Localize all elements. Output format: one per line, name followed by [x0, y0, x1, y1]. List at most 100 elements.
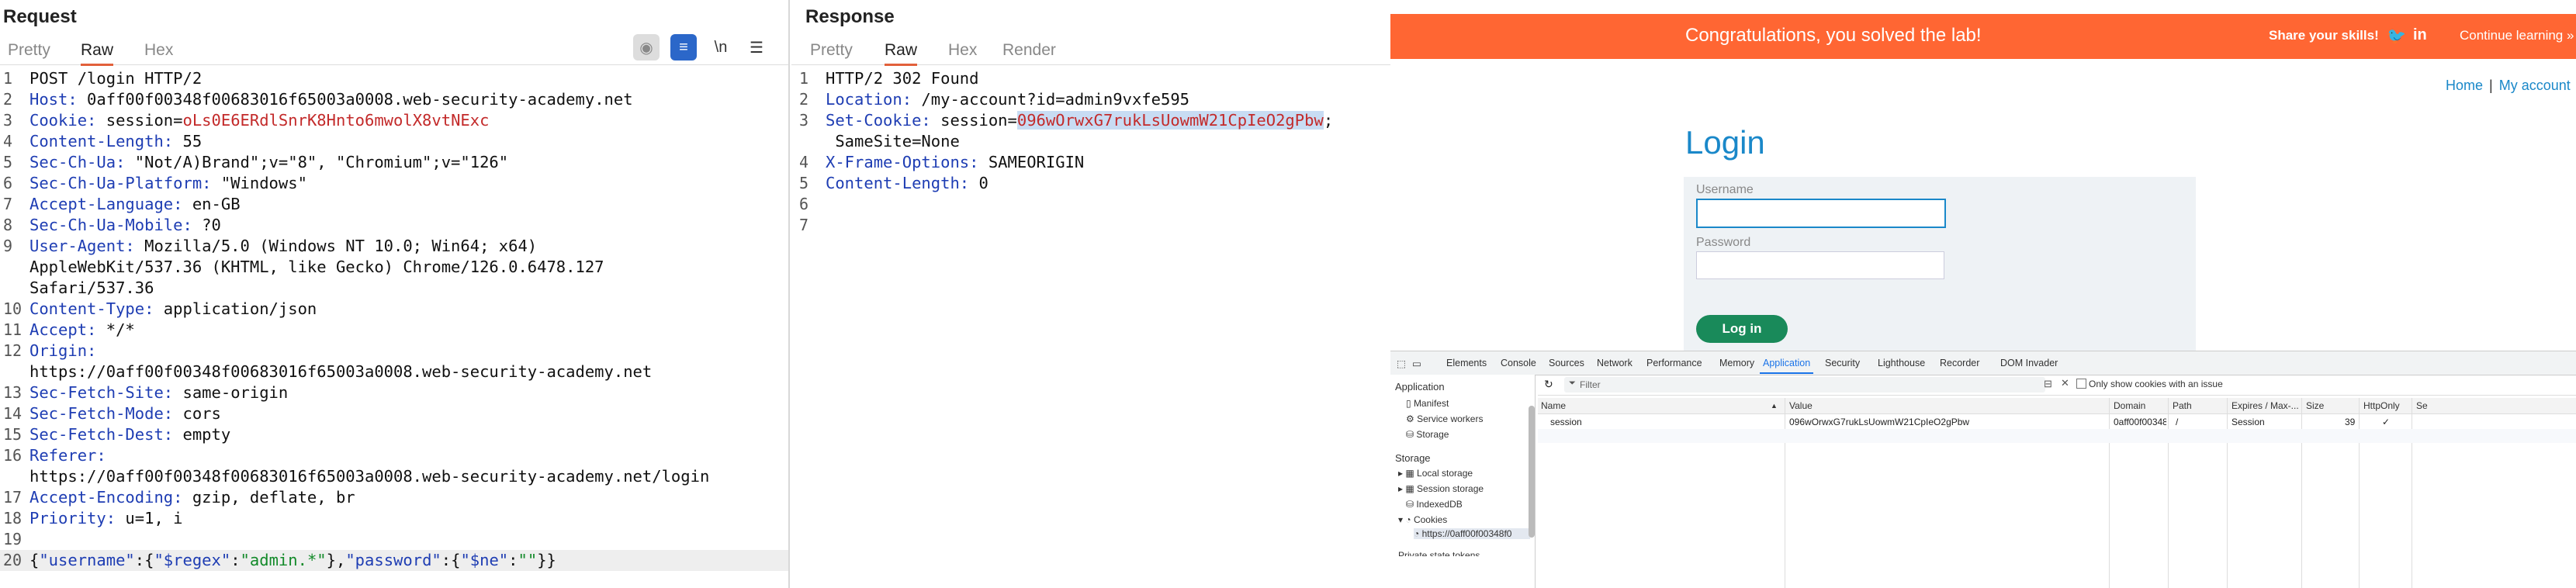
continue-learning-link[interactable]: Continue learning »: [2460, 28, 2574, 43]
tab-render[interactable]: Render: [1002, 37, 1056, 64]
devtools-tab-network[interactable]: Network: [1597, 358, 1633, 368]
response-editor[interactable]: 1 HTTP/2 302 Found 2 Location: /my-account?…: [796, 68, 1390, 236]
sidebar-scrollbar[interactable]: [1529, 406, 1535, 538]
devtools-tab-application[interactable]: Application: [1759, 358, 1814, 374]
line-number: 11: [3, 320, 23, 339]
request-editor[interactable]: 1 POST /login HTTP/2 2 Host: 0aff00f00348f0…: [0, 68, 788, 571]
line-number: 14: [3, 404, 23, 423]
clear-filtered-icon[interactable]: ⊟: [2044, 378, 2052, 390]
linkedin-icon[interactable]: in: [2413, 26, 2427, 44]
wrap-lines-icon[interactable]: ≡: [670, 34, 697, 61]
code-token: u=1, i: [116, 509, 183, 527]
devtools-tab-dom-invader[interactable]: DOM Invader: [2000, 358, 2058, 368]
line-text: https://0aff00f00348f00683016f65003a0008…: [29, 361, 652, 382]
line-number: 15: [3, 425, 23, 444]
devtools-tab-sources[interactable]: Sources: [1549, 358, 1584, 368]
col-size[interactable]: Size: [2306, 400, 2324, 411]
twitter-icon[interactable]: 🐦: [2387, 26, 2406, 46]
password-input[interactable]: [1696, 251, 1944, 279]
col-secure[interactable]: Se: [2416, 400, 2428, 411]
home-link[interactable]: Home: [2446, 78, 2483, 93]
table-row[interactable]: session 096wOrwxG7rukLsUowmW21CpIeO2gPbw…: [1538, 415, 2576, 429]
devtools-tab-lighthouse[interactable]: Lighthouse: [1878, 358, 1925, 368]
line-number: 7: [3, 195, 13, 213]
filter-bar: ↻ Filter ⏷ ⊟ ✕ Only show cookies with an…: [1538, 375, 2576, 396]
line-number: 18: [3, 509, 23, 527]
col-name[interactable]: Name: [1541, 400, 1566, 411]
line-text: Sec-Fetch-Mode: cors: [29, 403, 221, 424]
col-expires[interactable]: Expires / Max-...: [2231, 400, 2299, 411]
request-line: 13 Sec-Fetch-Site: same-origin: [0, 382, 788, 403]
tab-raw[interactable]: Raw: [81, 37, 114, 66]
code-token: "$regex": [154, 551, 231, 569]
my-account-link[interactable]: My account: [2499, 78, 2571, 93]
devtools-tab-performance[interactable]: Performance: [1646, 358, 1702, 368]
line-text: Host: 0aff00f00348f00683016f65003a0008.w…: [29, 89, 633, 110]
only-issue-checkbox[interactable]: [2076, 379, 2086, 389]
request-line: 9 User-Agent: Mozilla/5.0 (Windows NT 10.…: [0, 236, 788, 257]
device-icon[interactable]: ▭: [1412, 358, 1421, 369]
line-text: X-Frame-Options: SAMEORIGIN: [826, 152, 1084, 173]
top-nav: Home | My account: [2446, 78, 2571, 93]
code-token: :{: [134, 551, 154, 569]
filter-input[interactable]: Filter: [1564, 377, 2045, 393]
header-name: Cookie:: [29, 111, 97, 130]
request-line: 19: [0, 529, 788, 550]
col-value[interactable]: Value: [1789, 400, 1813, 411]
menu-icon[interactable]: ☰: [743, 34, 770, 61]
sidebar-item-manifest[interactable]: ▯ Manifest: [1406, 398, 1449, 409]
devtools-tab-security[interactable]: Security: [1825, 358, 1860, 368]
username-input[interactable]: [1696, 199, 1946, 228]
close-icon[interactable]: ✕: [2061, 377, 2069, 389]
sidebar-item-session-storage[interactable]: ▸ ▦ Session storage: [1398, 483, 1484, 494]
hide-icon[interactable]: ◉: [633, 34, 660, 61]
code-token: ?0: [192, 216, 221, 234]
line-text: Accept-Language: en-GB: [29, 194, 241, 215]
tab-hex[interactable]: Hex: [144, 37, 173, 64]
line-number: 19: [3, 530, 23, 548]
refresh-icon[interactable]: ↻: [1544, 378, 1553, 391]
code-token: https://0aff00f00348f00683016f65003a0008…: [29, 362, 653, 381]
response-line: 2 Location: /my-account?id=admin9vxfe595: [796, 89, 1390, 110]
header-name: User-Agent:: [29, 237, 135, 255]
sidebar-item-storage[interactable]: ⛁ Storage: [1406, 429, 1449, 440]
sidebar-item-local-storage[interactable]: ▸ ▦ Local storage: [1398, 468, 1473, 479]
line-number: 1: [799, 69, 809, 88]
newline-icon[interactable]: \n: [708, 34, 734, 61]
code-token: ;: [1323, 111, 1334, 130]
sidebar-item-service-workers[interactable]: ⚙ Service workers: [1406, 413, 1483, 424]
file-icon: ▯: [1406, 398, 1414, 409]
banner-message: Congratulations, you solved the lab!: [1685, 25, 1982, 46]
tab-hex[interactable]: Hex: [948, 37, 977, 64]
col-httponly[interactable]: HttpOnly: [2363, 400, 2400, 411]
code-token: Safari/537.36: [29, 278, 154, 297]
col-domain[interactable]: Domain: [2114, 400, 2145, 411]
sidebar-item-private-state-tokens[interactable]: Private state tokens: [1398, 550, 1480, 556]
inspect-icon[interactable]: ⬚: [1397, 358, 1406, 369]
sidebar-item-indexeddb[interactable]: ⛁ IndexedDB: [1406, 499, 1463, 510]
devtools-tab-memory[interactable]: Memory: [1719, 358, 1754, 368]
line-number: 7: [799, 216, 809, 234]
request-line: 11 Accept: */*: [0, 320, 788, 341]
line-number: 6: [799, 195, 809, 213]
tab-pretty[interactable]: Pretty: [8, 37, 50, 64]
login-button[interactable]: Log in: [1696, 315, 1788, 343]
sidebar-item-cookies[interactable]: ▾ ◔ Cookies: [1398, 514, 1447, 525]
devtools-tab-console[interactable]: Console: [1501, 358, 1536, 368]
tab-pretty[interactable]: Pretty: [810, 37, 853, 64]
sidebar-item-cookie-origin[interactable]: ◔ https://0aff00f00348f0: [1414, 528, 1530, 539]
code-token: same-origin: [173, 383, 289, 402]
response-line: 3 Set-Cookie: session=096wOrwxG7rukLsUowm…: [796, 110, 1390, 131]
code-token: Mozilla/5.0 (Windows NT 10.0; Win64; x64…: [134, 237, 538, 255]
line-text: Accept: */*: [29, 320, 135, 341]
browser-view: Congratulations, you solved the lab! Sha…: [1390, 0, 2576, 588]
tab-raw[interactable]: Raw: [885, 37, 918, 66]
code-token: "admin.*": [240, 551, 327, 569]
code-token: :: [230, 551, 241, 569]
col-path[interactable]: Path: [2173, 400, 2192, 411]
devtools-tab-elements[interactable]: Elements: [1446, 358, 1487, 368]
devtools-tab-recorder[interactable]: Recorder: [1940, 358, 1979, 368]
line-text: POST /login HTTP/2: [29, 68, 202, 89]
request-line: 1 POST /login HTTP/2: [0, 68, 788, 89]
request-line: https://0aff00f00348f00683016f65003a0008…: [0, 466, 788, 487]
